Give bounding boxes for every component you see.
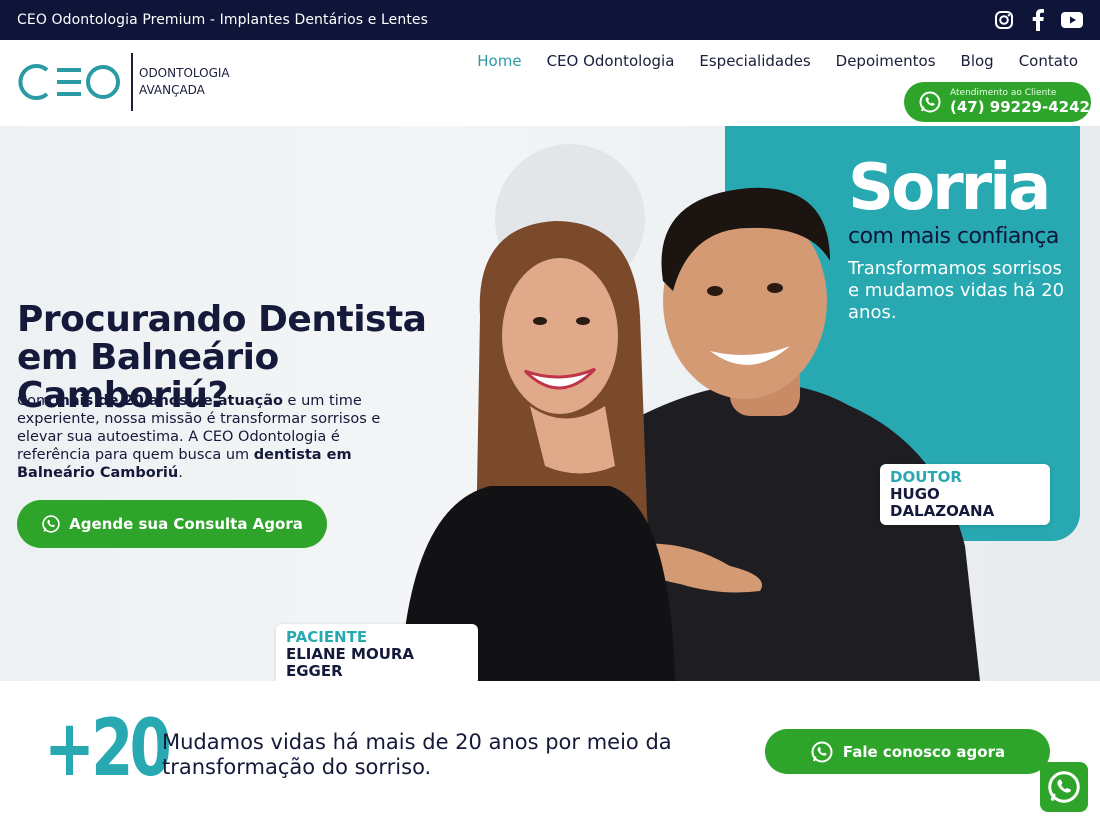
whatsapp-icon (1048, 771, 1080, 803)
hero-people-image (400, 187, 980, 681)
site-tagline: CEO Odontologia Premium - Implantes Dent… (17, 12, 429, 28)
years-stat-text: Mudamos vidas há mais de 20 anos por mei… (162, 730, 672, 779)
years-stat-number: +20 (44, 704, 172, 794)
hero-description: Com mais de 20 anos de atuação e um time… (17, 392, 412, 482)
hero-desc-part-3: . (178, 465, 183, 481)
schedule-button-label: Agende sua Consulta Agora (69, 515, 303, 533)
nav-home[interactable]: Home (477, 52, 521, 70)
hero-desc-part-1: Com (17, 393, 55, 409)
main-header: ODONTOLOGIA AVANÇADA Home CEO Odontologi… (0, 40, 1100, 126)
whatsapp-phone-button[interactable]: Atendimento ao Cliente (47) 99229-4242 (904, 82, 1091, 122)
logo[interactable]: ODONTOLOGIA AVANÇADA (17, 53, 230, 111)
whatsapp-icon (811, 741, 833, 762)
nav-ceo-odontologia[interactable]: CEO Odontologia (547, 52, 675, 70)
whatsapp-icon (42, 515, 60, 533)
schedule-consultation-button[interactable]: Agende sua Consulta Agora (17, 500, 327, 548)
nav-blog[interactable]: Blog (961, 52, 994, 70)
facebook-icon[interactable] (1027, 9, 1049, 31)
logo-line-2: AVANÇADA (139, 83, 205, 97)
contact-us-button[interactable]: Fale conosco agora (765, 729, 1050, 774)
hero-section: Sorria com mais confiança Transformamos … (0, 126, 1100, 681)
logo-divider (131, 53, 133, 111)
cta-text: Atendimento ao Cliente (47) 99229-4242 (950, 89, 1090, 115)
social-links (993, 9, 1083, 31)
doctor-name-tag: DOUTOR HUGO DALAZOANA (880, 464, 1050, 525)
patient-name: ELIANE MOURA EGGER (286, 645, 415, 680)
logo-text: ODONTOLOGIA AVANÇADA (139, 65, 230, 99)
cta-caption: Atendimento ao Cliente (950, 88, 1057, 98)
whatsapp-icon (919, 91, 941, 113)
patient-name-tag: PACIENTE ELIANE MOURA EGGER (276, 624, 478, 681)
cta-phone-number: (47) 99229-4242 (950, 98, 1090, 116)
patient-role: PACIENTE (286, 628, 368, 646)
woman-head (502, 258, 618, 414)
main-nav: Home CEO Odontologia Especialidades Depo… (477, 52, 1078, 70)
doctor-role: DOUTOR (890, 468, 962, 486)
hero-desc-bold-1: mais de 20 anos de atuação (54, 393, 283, 409)
doctor-name: HUGO DALAZOANA (890, 485, 995, 520)
nav-depoimentos[interactable]: Depoimentos (836, 52, 936, 70)
youtube-icon[interactable] (1061, 9, 1083, 31)
top-bar: CEO Odontologia Premium - Implantes Dent… (0, 0, 1100, 40)
instagram-icon[interactable] (993, 9, 1015, 31)
nav-contato[interactable]: Contato (1019, 52, 1078, 70)
floating-whatsapp-button[interactable] (1040, 762, 1088, 812)
logo-line-1: ODONTOLOGIA (139, 66, 230, 80)
logo-ceo-mark (18, 64, 120, 100)
nav-especialidades[interactable]: Especialidades (699, 52, 810, 70)
contact-button-label: Fale conosco agora (842, 742, 1006, 761)
